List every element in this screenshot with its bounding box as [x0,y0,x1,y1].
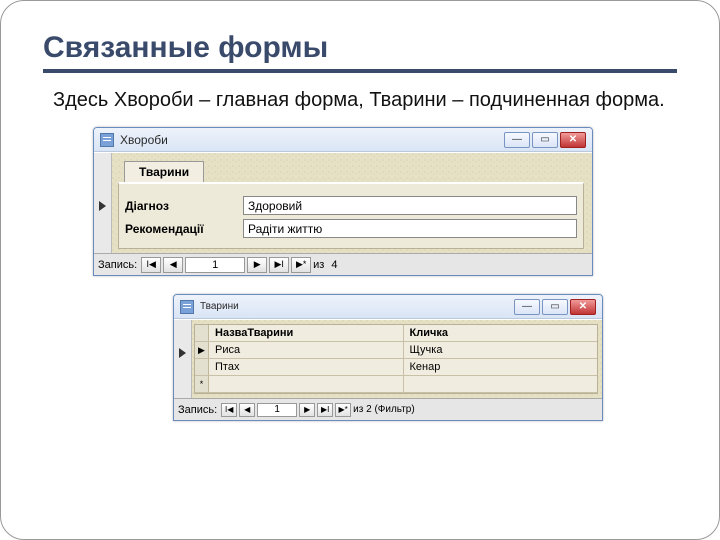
record-navbar: Запись: I◀ ◀ 1 ▶ ▶I ▶* из 2 (Фильтр) [174,398,602,420]
window-buttons: — ▭ ✕ [504,132,586,148]
cell-name[interactable]: Птах [209,359,404,375]
datasheet-grid: НазваТварини Кличка ▶ Риса Щучка Птах Ке… [194,324,598,394]
form-body: НазваТварини Кличка ▶ Риса Щучка Птах Ке… [174,319,602,398]
nav-label: Запись: [178,404,217,416]
minimize-button[interactable]: — [514,299,540,315]
nav-count: 4 [331,259,337,271]
form-icon [180,300,194,314]
row-selector[interactable]: ▶ [195,342,209,358]
nav-prev-button[interactable]: ◀ [163,257,183,273]
form-icon [100,133,114,147]
nav-next-button[interactable]: ▶ [247,257,267,273]
nav-last-button[interactable]: ▶I [269,257,289,273]
row-selector-new[interactable]: * [195,376,209,392]
nav-next-button[interactable]: ▶ [299,403,315,417]
label-recomend: Рекомендації [125,222,235,236]
cell-name[interactable] [209,376,404,392]
slide-description: Здесь Хвороби – главная форма, Тварини –… [43,87,677,113]
nav-label: Запись: [98,259,137,271]
input-recomend[interactable] [243,219,577,238]
nav-new-button[interactable]: ▶* [291,257,311,273]
cell-klichka[interactable] [404,376,598,392]
col-header-klichka[interactable]: Кличка [404,325,598,341]
grid-header-row: НазваТварини Кличка [195,325,597,342]
table-row: ▶ Риса Щучка [195,342,597,359]
row-selector-header[interactable] [195,325,209,341]
input-diagnoz[interactable] [243,196,577,215]
window-title: Тварини [200,301,239,312]
maximize-button[interactable]: ▭ [542,299,568,315]
nav-record-number[interactable]: 1 [257,403,297,417]
nav-record-number[interactable]: 1 [185,257,245,273]
table-row-new: * [195,376,597,393]
record-selector[interactable] [174,320,192,398]
window-tvaryny: Тварини — ▭ ✕ НазваТварини Кличка ▶ Риса… [173,294,603,421]
nav-count-text: из 2 (Фильтр) [353,404,415,415]
col-header-name[interactable]: НазваТварини [209,325,404,341]
field-row-diag: Діагноз [125,196,577,215]
nav-first-button[interactable]: I◀ [141,257,161,273]
record-selector[interactable] [94,153,112,253]
field-row-rec: Рекомендації [125,219,577,238]
table-row: Птах Кенар [195,359,597,376]
window-title: Хвороби [120,133,168,147]
current-record-icon [99,201,106,211]
maximize-button[interactable]: ▭ [532,132,558,148]
row-selector[interactable] [195,359,209,375]
form-body: Тварини Діагноз Рекомендації [94,152,592,253]
minimize-button[interactable]: — [504,132,530,148]
window-buttons: — ▭ ✕ [514,299,596,315]
nav-prev-button[interactable]: ◀ [239,403,255,417]
slide-frame: Связанные формы Здесь Хвороби – главная … [0,0,720,540]
close-button[interactable]: ✕ [570,299,596,315]
cell-klichka[interactable]: Кенар [404,359,598,375]
slide-title: Связанные формы [43,31,677,73]
current-record-icon [179,348,186,358]
label-diagnoz: Діагноз [125,199,235,213]
window-khvoroby: Хвороби — ▭ ✕ Тварини Діагноз Рекомендац… [93,127,593,276]
cell-klichka[interactable]: Щучка [404,342,598,358]
close-button[interactable]: ✕ [560,132,586,148]
nav-count-prefix: из [313,259,324,271]
record-navbar: Запись: I◀ ◀ 1 ▶ ▶I ▶* из 4 [94,253,592,275]
titlebar[interactable]: Хвороби — ▭ ✕ [94,128,592,152]
fields-area: Діагноз Рекомендації [118,182,584,249]
nav-last-button[interactable]: ▶I [317,403,333,417]
titlebar[interactable]: Тварини — ▭ ✕ [174,295,602,319]
nav-new-button[interactable]: ▶* [335,403,351,417]
nav-first-button[interactable]: I◀ [221,403,237,417]
subform-tab[interactable]: Тварини [124,161,204,182]
cell-name[interactable]: Риса [209,342,404,358]
